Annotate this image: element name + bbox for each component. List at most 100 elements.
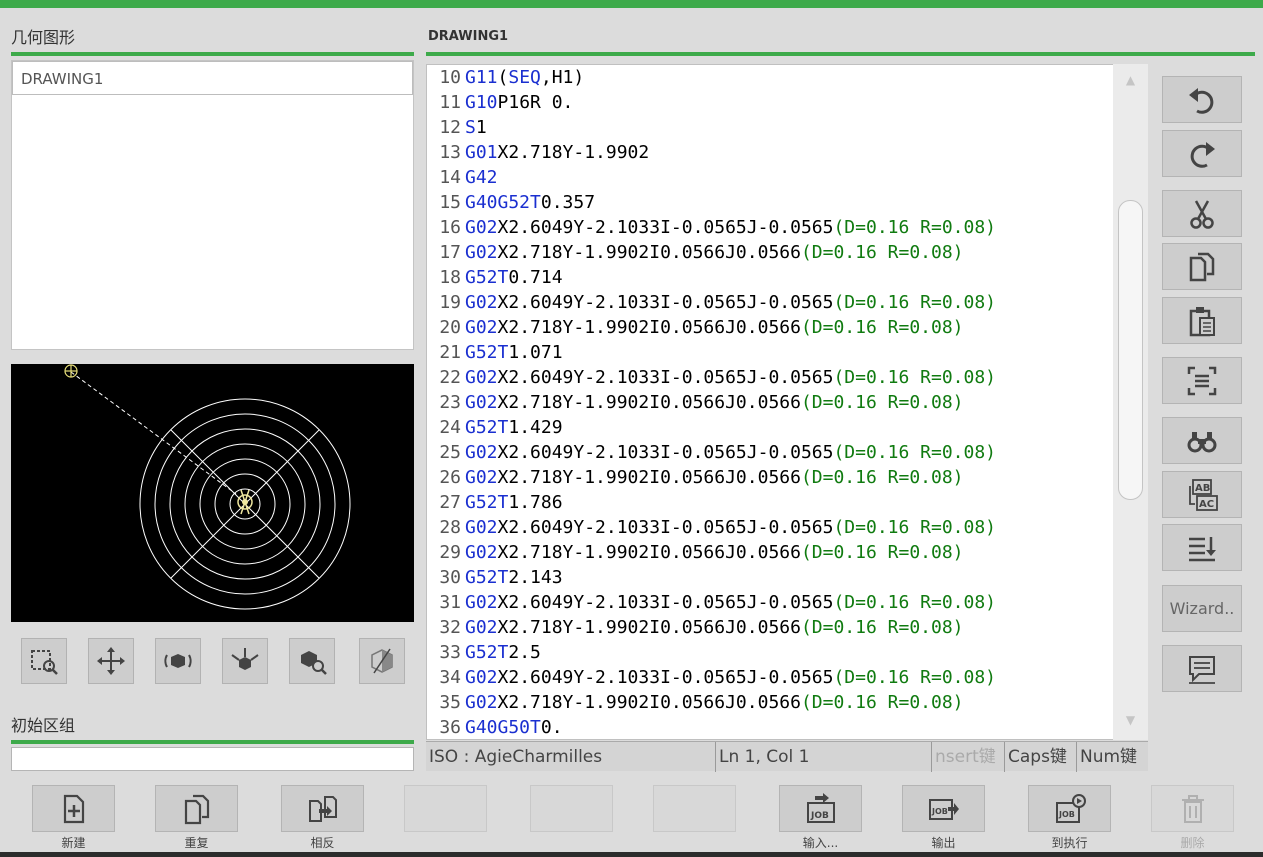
code-line[interactable]: 19 G02X2.6049Y-2.1033I-0.0565J-0.0565(D=0… <box>427 290 996 315</box>
job-import-icon: JOB <box>806 792 835 823</box>
select-all-button[interactable] <box>1162 357 1242 404</box>
initial-group-input[interactable] <box>11 747 414 771</box>
scroll-up-icon[interactable]: ▲ <box>1113 70 1148 90</box>
code-line[interactable]: 27 G52T1.786 <box>427 490 563 515</box>
code-token: 0. <box>540 717 563 738</box>
line-code: G52T2.143 <box>461 565 563 590</box>
empty-slot-button-2 <box>530 785 613 832</box>
code-token: (D=0.16 R=0.08) <box>833 517 997 538</box>
code-token: 0.357 <box>540 192 596 213</box>
code-token: G42 <box>465 167 498 188</box>
code-line[interactable]: 20 G02X2.718Y-1.9902I0.0566J0.0566(D=0.16… <box>427 315 963 340</box>
code-line[interactable]: 18 G52T0.714 <box>427 265 563 290</box>
code-token: G10 <box>465 92 498 113</box>
code-token: G02 <box>465 242 498 263</box>
line-number: 12 <box>439 117 461 138</box>
code-line[interactable]: 32 G02X2.718Y-1.9902I0.0566J0.0566(D=0.16… <box>427 615 963 640</box>
code-token: G52T <box>465 417 509 438</box>
comment-button[interactable] <box>1162 645 1242 692</box>
find-icon <box>1187 431 1217 452</box>
duplicate-button[interactable] <box>155 785 238 832</box>
copy-button[interactable] <box>1162 243 1242 290</box>
code-line[interactable]: 26 G02X2.718Y-1.9902I0.0566J0.0566(D=0.16… <box>427 465 963 490</box>
zoom-window-button[interactable] <box>21 638 67 684</box>
code-line[interactable]: 36 G40G50T0. <box>427 715 563 739</box>
code-token: X2.718Y-1.9902I0.0566J0.0566 <box>497 542 801 563</box>
line-number: 26 <box>439 467 461 488</box>
editor-scrollbar[interactable]: ▲ ▼ <box>1113 64 1148 740</box>
sort-button[interactable] <box>1162 524 1242 571</box>
redo-button[interactable] <box>1162 130 1242 177</box>
code-line[interactable]: 15 G40G52T0.357 <box>427 190 595 215</box>
code-line[interactable]: 34 G02X2.6049Y-2.1033I-0.0565J-0.0565(D=0… <box>427 665 996 690</box>
line-code: G02X2.718Y-1.9902I0.0566J0.0566(D=0.16 R… <box>461 540 964 565</box>
code-token: SEQ <box>508 67 541 88</box>
wizard-button[interactable]: Wizard.. <box>1162 585 1242 632</box>
code-token: 0.714 <box>508 267 563 288</box>
code-line[interactable]: 28 G02X2.6049Y-2.1033I-0.0565J-0.0565(D=0… <box>427 515 996 540</box>
scrollbar-thumb[interactable] <box>1118 200 1143 500</box>
code-line[interactable]: 21 G52T1.071 <box>427 340 562 365</box>
line-code: G02X2.6049Y-2.1033I-0.0565J-0.0565(D=0.1… <box>461 290 996 315</box>
line-number: 23 <box>439 392 461 413</box>
code-line[interactable]: 33 G52T2.5 <box>427 640 541 665</box>
line-number: 24 <box>439 417 461 438</box>
code-line[interactable]: 31 G02X2.6049Y-2.1033I-0.0565J-0.0565(D=0… <box>427 590 996 615</box>
code-line[interactable]: 23 G02X2.718Y-1.9902I0.0566J0.0566(D=0.16… <box>427 390 963 415</box>
line-number: 22 <box>439 367 461 388</box>
line-number: 34 <box>439 667 461 688</box>
line-number: 29 <box>439 542 461 563</box>
code-line[interactable]: 30 G52T2.143 <box>427 565 563 590</box>
line-code: S1 <box>461 115 487 140</box>
drawing-preview[interactable] <box>11 364 414 622</box>
zoom-object-button[interactable] <box>289 638 335 684</box>
undo-button[interactable] <box>1162 76 1242 123</box>
preview-canvas <box>64 364 351 610</box>
code-line[interactable]: 12 S1 <box>427 115 487 140</box>
code-line[interactable]: 25 G02X2.6049Y-2.1033I-0.0565J-0.0565(D=0… <box>427 440 996 465</box>
send-to-execute-button[interactable]: JOB <box>1028 785 1111 832</box>
code-line[interactable]: 29 G02X2.718Y-1.9902I0.0566J0.0566(D=0.16… <box>427 540 964 565</box>
cut-button[interactable] <box>1162 190 1242 237</box>
code-token: X2.6049Y-2.1033I-0.0565J-0.0565 <box>497 442 834 463</box>
code-line[interactable]: 10 G11(SEQ,H1) <box>427 65 584 90</box>
pan-button[interactable] <box>88 638 134 684</box>
scroll-down-icon[interactable]: ▼ <box>1113 710 1148 730</box>
code-line[interactable]: 35 G02X2.718Y-1.9902I0.0566J0.0566(D=0.16… <box>427 690 963 715</box>
line-number: 32 <box>439 617 461 638</box>
center-marker <box>237 489 253 515</box>
new-file-icon <box>63 794 84 823</box>
find-button[interactable] <box>1162 417 1242 464</box>
code-line[interactable]: 13 G01X2.718Y-1.9902 <box>427 140 649 165</box>
code-token: G02 <box>465 392 498 413</box>
line-code: G10P16R 0. <box>461 90 573 115</box>
code-line[interactable]: 11 G10P16R 0. <box>427 90 573 115</box>
code-line[interactable]: 14 G42 <box>427 165 498 190</box>
reverse-button[interactable] <box>281 785 364 832</box>
initial-group-title: 初始区组 <box>11 716 76 735</box>
axes-3d-icon <box>231 648 259 670</box>
view-cube-button[interactable] <box>359 638 405 684</box>
export-button-label: 输出 <box>931 836 956 850</box>
delete-button[interactable] <box>1151 785 1234 832</box>
axes-3d-button[interactable] <box>222 638 268 684</box>
line-code: G52T1.786 <box>461 490 563 515</box>
line-code: G11(SEQ,H1) <box>461 65 584 90</box>
code-line[interactable]: 16 G02X2.6049Y-2.1033I-0.0565J-0.0565(D=0… <box>427 215 996 240</box>
replace-button[interactable]: AB AC <box>1162 471 1242 518</box>
list-item[interactable]: DRAWING1 <box>12 61 413 95</box>
line-number: 28 <box>439 517 461 538</box>
export-button[interactable]: JOB <box>902 785 985 832</box>
code-editor[interactable]: 10 G11(SEQ,H1) 11 G10P16R 0. 12 S1 13 G01X2.718… <box>426 64 1148 740</box>
new-button-label: 新建 <box>61 836 86 850</box>
line-code: G40G52T0.357 <box>461 190 595 215</box>
paste-button[interactable] <box>1162 297 1242 344</box>
rotate-3d-button[interactable] <box>155 638 201 684</box>
code-line[interactable]: 22 G02X2.6049Y-2.1033I-0.0565J-0.0565(D=0… <box>427 365 996 390</box>
geometry-list[interactable]: DRAWING1 <box>11 60 414 350</box>
import-button[interactable]: JOB <box>779 785 862 832</box>
code-line[interactable]: 24 G52T1.429 <box>427 415 562 440</box>
code-token: 2.5 <box>508 642 541 663</box>
code-line[interactable]: 17 G02X2.718Y-1.9902I0.0566J0.0566(D=0.16… <box>427 240 963 265</box>
new-button[interactable] <box>32 785 115 832</box>
